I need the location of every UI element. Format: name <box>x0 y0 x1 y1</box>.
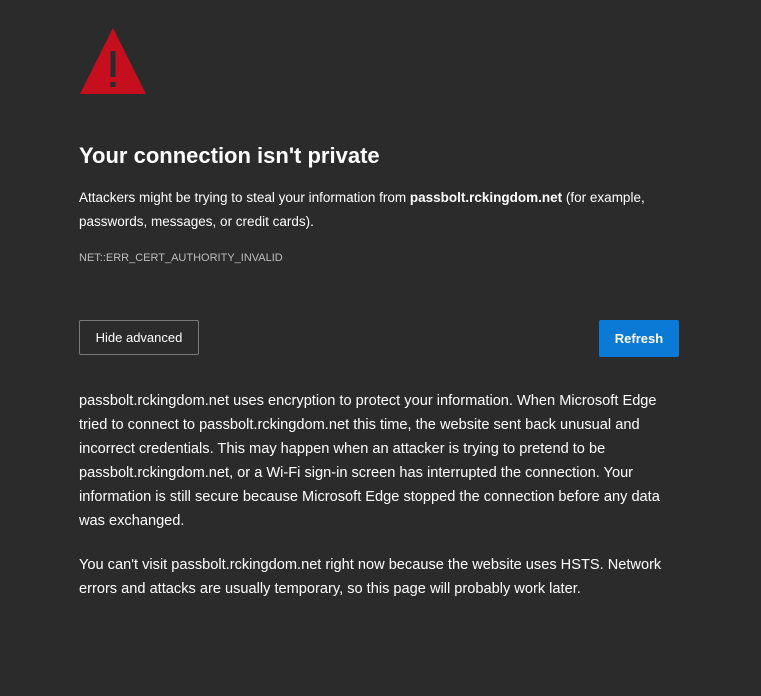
intro-prefix: Attackers might be trying to steal your … <box>79 190 410 205</box>
intro-text: Attackers might be trying to steal your … <box>79 186 679 234</box>
hsts-info-paragraph: You can't visit passbolt.rckingdom.net r… <box>79 557 662 597</box>
intro-domain: passbolt.rckingdom.net <box>409 190 563 205</box>
error-code: NET::ERR_CERT_AUTHORITY_INVALID <box>79 252 283 264</box>
refresh-button[interactable]: Refresh <box>599 320 679 357</box>
page-title: Your connection isn't private <box>79 143 380 168</box>
hide-advanced-button[interactable]: Hide advanced <box>79 320 199 355</box>
page: { "page": { "title": "Your connection is… <box>0 0 761 696</box>
advanced-details-paragraph: passbolt.rckingdom.net uses encryption t… <box>79 393 660 529</box>
warning-triangle-icon <box>80 28 146 94</box>
